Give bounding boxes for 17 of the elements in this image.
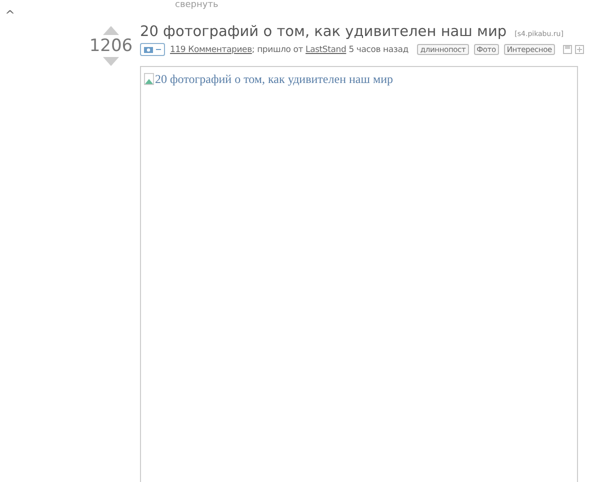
comments-link[interactable]: 119 Комментариев — [170, 44, 252, 54]
photo-toggle[interactable] — [140, 43, 165, 56]
downvote-icon[interactable] — [103, 57, 119, 66]
camera-icon — [144, 46, 153, 53]
rating: 1206 — [89, 36, 133, 56]
via-text: ; пришло от — [252, 44, 304, 54]
upvote-icon[interactable] — [103, 26, 119, 35]
post-title[interactable]: 20 фотографий о том, как удивителен наш мир — [140, 24, 507, 40]
author-link[interactable]: LastStand — [306, 44, 346, 54]
post-time: 5 часов назад — [348, 44, 408, 54]
save-icon[interactable] — [562, 45, 572, 54]
collapse-link[interactable]: свернуть — [175, 0, 218, 10]
minus-icon — [156, 49, 161, 50]
expand-icon[interactable] — [574, 45, 584, 54]
collapse-caret[interactable]: ^ — [5, 8, 16, 22]
broken-image-alt: 20 фотографий о том, как удивителен наш мир — [144, 72, 393, 86]
broken-image-icon — [144, 73, 154, 85]
